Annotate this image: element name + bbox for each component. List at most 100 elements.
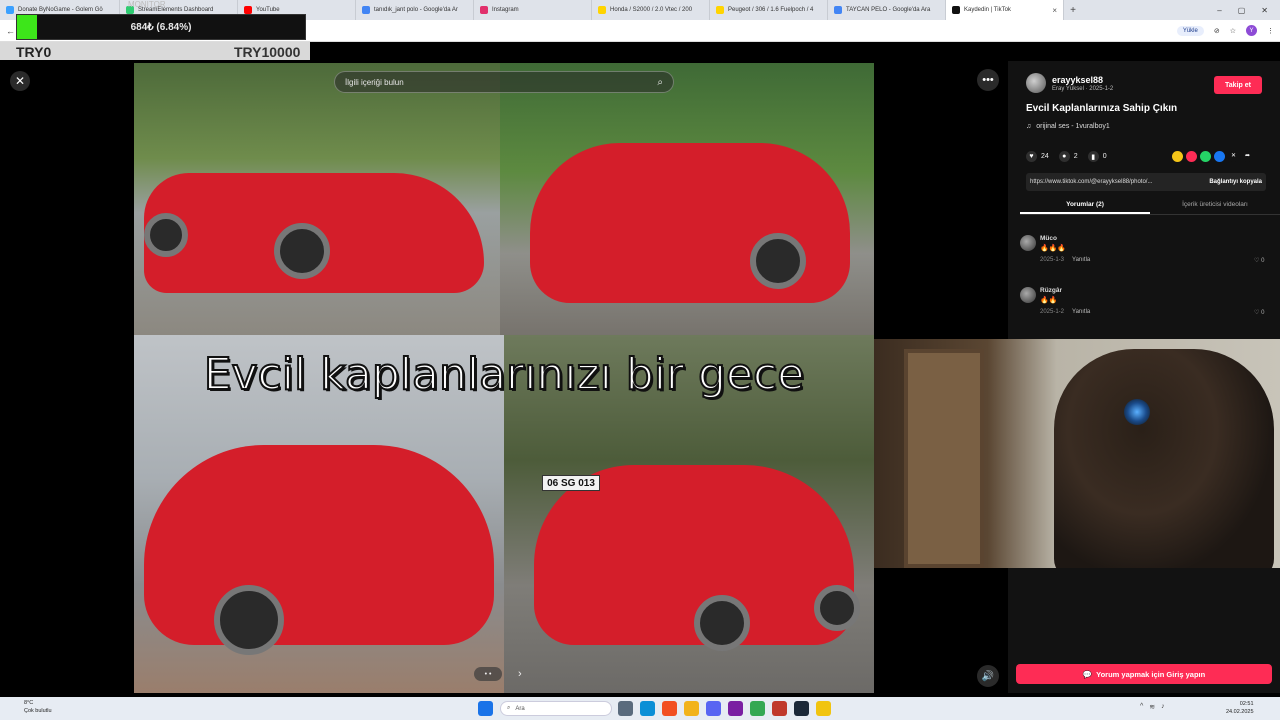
- author-info[interactable]: erayyksel88 Eray Yüksel · 2025-1-2: [1026, 73, 1113, 93]
- browser-tab[interactable]: Honda / S2000 / 2.0 Vtec / 200: [592, 0, 710, 20]
- heart-icon: ♥: [1026, 151, 1037, 162]
- reply-link[interactable]: Yanıtla: [1072, 257, 1090, 263]
- send-icon[interactable]: [1186, 151, 1197, 162]
- app-icon[interactable]: [816, 701, 831, 716]
- author-username[interactable]: erayyksel88: [1052, 75, 1113, 85]
- browser-tab[interactable]: Instagram: [474, 0, 592, 20]
- sahibinden-icon: [598, 6, 606, 14]
- comment-like-count: 0: [1261, 258, 1265, 264]
- embed-icon[interactable]: [1172, 151, 1183, 162]
- weather-desc: Çok bulutlu: [24, 708, 52, 714]
- sound-row[interactable]: ♫ orijinal ses - 1vuralboy1: [1026, 123, 1110, 130]
- volume-button[interactable]: 🔊: [977, 665, 999, 687]
- chevron-up-icon[interactable]: ^: [1140, 703, 1143, 711]
- copy-link-button[interactable]: Bağlantıyı kopyala: [1205, 179, 1266, 185]
- like-stat[interactable]: ♥ 24: [1026, 151, 1049, 162]
- wheel-shape: [814, 585, 860, 631]
- back-arrow-icon[interactable]: ←: [6, 26, 15, 36]
- tab-label: TAYCAN PELO - Google'da Ara: [846, 7, 931, 13]
- share-link-text: https://www.tiktok.com/@erayyksel88/phot…: [1030, 179, 1153, 185]
- browser-tab[interactable]: TAYCAN PELO - Google'da Ara: [828, 0, 946, 20]
- google-icon: [834, 6, 842, 14]
- close-viewer-button[interactable]: ✕: [10, 71, 30, 91]
- menu-dots-icon[interactable]: ⋮: [1267, 27, 1274, 35]
- taskbar-clock[interactable]: 02:51 24.02.2025: [1226, 700, 1254, 716]
- red-car-shape: [144, 445, 494, 645]
- edge-icon[interactable]: [640, 701, 655, 716]
- facebook-icon[interactable]: [1214, 151, 1225, 162]
- commenter-avatar[interactable]: [1020, 287, 1036, 303]
- like-count: 24: [1041, 153, 1049, 160]
- eye-off-icon[interactable]: ⊘: [1214, 27, 1220, 35]
- background-door: [904, 349, 984, 568]
- post-photo[interactable]: 06 SG 013 Evcil kaplanlarınızı bir gece …: [134, 63, 874, 693]
- maximize-icon[interactable]: ▢: [1238, 6, 1246, 15]
- toolbar-right: Yükle ⊘ ☆ Y ⋮: [1176, 25, 1274, 36]
- comment-like[interactable]: ♡ 0: [1254, 309, 1264, 316]
- comment-meta: 2025-1-2 Yanıtla: [1040, 309, 1090, 315]
- next-photo-icon[interactable]: ›: [518, 668, 522, 680]
- obs-icon[interactable]: [728, 701, 743, 716]
- comment-stat[interactable]: ● 2: [1058, 151, 1078, 162]
- tab-close-icon[interactable]: ×: [1052, 6, 1057, 15]
- browser-tab[interactable]: tanıdık_jant polo - Google'da Ar: [356, 0, 474, 20]
- minimize-icon[interactable]: –: [1217, 6, 1221, 15]
- engagement-stats: ♥ 24 ● 2 ▮ 0: [1026, 151, 1107, 162]
- author-subtitle: Eray Yüksel · 2025-1-2: [1052, 85, 1114, 92]
- close-icon: ✕: [14, 74, 26, 88]
- steam-icon[interactable]: [794, 701, 809, 716]
- login-label: Yorum yapmak için Giriş yapın: [1096, 669, 1206, 679]
- photo-caption: Evcil kaplanlarınızı bir gece: [203, 348, 806, 401]
- screen: Donate ByNoGame - Golem Gö StreamElement…: [0, 0, 1280, 720]
- comment-text: 🔥🔥: [1040, 297, 1058, 304]
- follow-button[interactable]: Takip et: [1214, 76, 1262, 94]
- commenter-name[interactable]: Rüzgâr: [1040, 287, 1062, 294]
- music-note-icon: ♫: [1026, 123, 1032, 130]
- search-icon[interactable]: ⌕: [657, 77, 663, 88]
- tab-favicon-icon: [6, 6, 14, 14]
- related-search-input[interactable]: [345, 77, 658, 87]
- x-twitter-icon[interactable]: ✕: [1228, 151, 1239, 162]
- commenter-name[interactable]: Müco: [1040, 235, 1057, 242]
- sound-label: orijinal ses - 1vuralboy1: [1036, 123, 1110, 130]
- tiktok-icon: [952, 6, 960, 14]
- star-icon[interactable]: ☆: [1230, 27, 1236, 35]
- chrome-icon[interactable]: [750, 701, 765, 716]
- save-stat[interactable]: ▮ 0: [1087, 151, 1107, 162]
- browser-tab[interactable]: Peugeot / 306 / 1.6 Fuelpoch / 4: [710, 0, 828, 20]
- new-tab-button[interactable]: +: [1064, 5, 1082, 16]
- discord-icon[interactable]: [706, 701, 721, 716]
- whatsapp-icon[interactable]: [1200, 151, 1211, 162]
- wheel-shape: [694, 595, 750, 651]
- wifi-icon[interactable]: ≋: [1149, 703, 1155, 711]
- taskbar-search[interactable]: ⌕ Ara: [500, 701, 612, 716]
- store-icon[interactable]: [662, 701, 677, 716]
- red-car-shape: [530, 143, 850, 303]
- wheel-shape: [214, 585, 284, 655]
- tab-comments[interactable]: Yorumlar (2): [1020, 197, 1150, 214]
- weather-widget[interactable]: 8°C Çok bulutlu: [24, 699, 52, 715]
- close-window-icon[interactable]: ✕: [1261, 6, 1268, 15]
- profile-avatar[interactable]: Y: [1246, 25, 1257, 36]
- comment-like[interactable]: ♡ 0: [1254, 257, 1264, 264]
- reply-link[interactable]: Yanıtla: [1072, 309, 1090, 315]
- share-arrow-icon[interactable]: ➦: [1242, 151, 1253, 162]
- commenter-avatar[interactable]: [1020, 235, 1036, 251]
- clock-date: 24.02.2025: [1226, 709, 1254, 715]
- tab-label: tanıdık_jant polo - Google'da Ar: [374, 7, 458, 13]
- task-view-icon[interactable]: [618, 701, 633, 716]
- comment-bubble-icon: 💬: [1082, 669, 1093, 679]
- photo-quadrant-civic: [500, 63, 874, 335]
- file-explorer-icon[interactable]: [684, 701, 699, 716]
- tab-creator-videos[interactable]: İçerik üreticisi videoları: [1150, 197, 1280, 214]
- windows-start-icon[interactable]: [478, 701, 493, 716]
- update-button[interactable]: Yükle: [1176, 25, 1204, 36]
- app-icon[interactable]: [772, 701, 787, 716]
- speaker-icon[interactable]: ♪: [1161, 703, 1165, 711]
- related-search-box[interactable]: ⌕: [334, 71, 674, 93]
- login-to-comment-button[interactable]: 💬 Yorum yapmak için Giriş yapın: [1016, 664, 1272, 684]
- instagram-icon: [480, 6, 488, 14]
- author-avatar[interactable]: [1026, 73, 1046, 93]
- more-options-button[interactable]: •••: [977, 69, 999, 91]
- browser-tab-active[interactable]: Kaydedin | TikTok ×: [946, 0, 1064, 20]
